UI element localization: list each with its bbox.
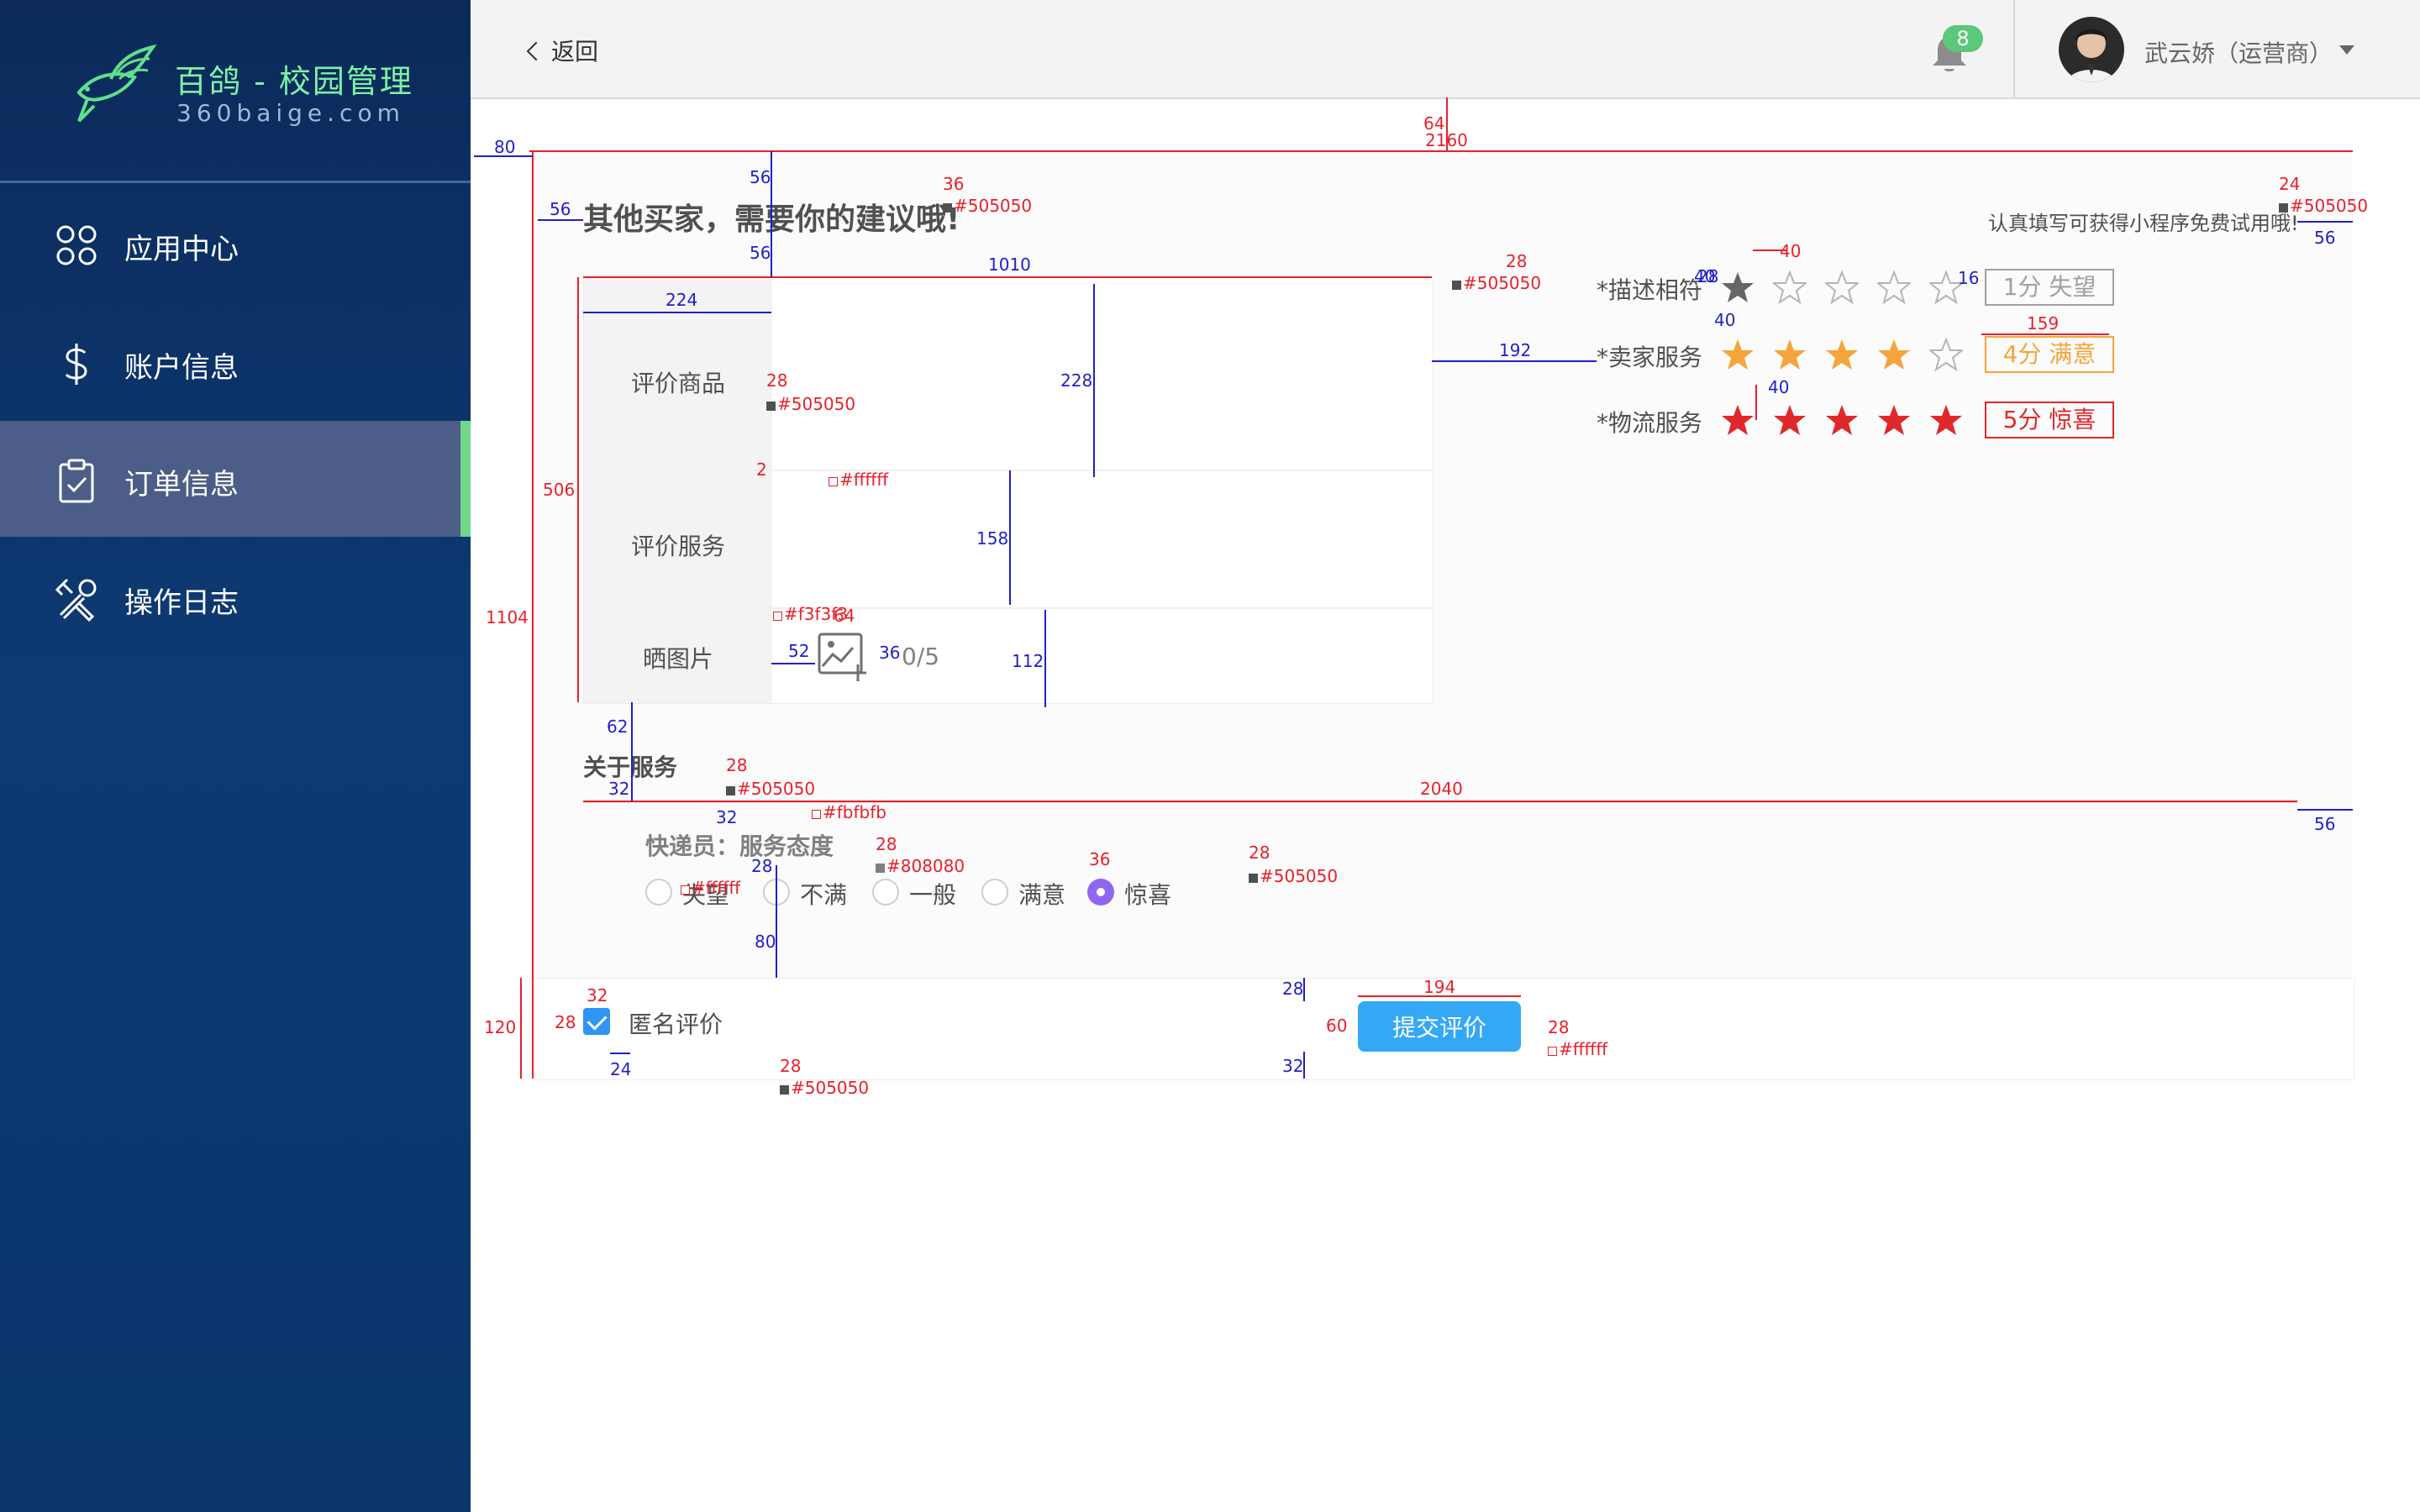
spec-color: #ffffff bbox=[829, 470, 888, 489]
spec-dimension: 158 bbox=[976, 528, 1009, 549]
spec-color: #505050 bbox=[1452, 274, 1541, 292]
spec-dimension: 28 bbox=[1548, 1017, 1570, 1037]
spec-dimension: 40 bbox=[1780, 241, 1802, 261]
spec-color: #505050 bbox=[1249, 867, 1338, 885]
spec-color: #505050 bbox=[943, 197, 1032, 215]
spec-dimension: 194 bbox=[1423, 977, 1456, 997]
spec-dimension: 56 bbox=[2314, 814, 2336, 834]
spec-color: #fbfbfb bbox=[812, 803, 886, 822]
spec-dimension: 1104 bbox=[486, 607, 529, 627]
spec-dimension: 2040 bbox=[1420, 779, 1463, 799]
spec-color: #505050 bbox=[726, 780, 815, 798]
spec-dimension: 32 bbox=[587, 985, 608, 1005]
spec-dimension: 28 bbox=[555, 1012, 576, 1032]
spec-dimension: 62 bbox=[607, 717, 629, 737]
spec-dimension: 28 bbox=[780, 1056, 802, 1076]
spec-dimension: 80 bbox=[494, 137, 516, 157]
spec-dimension: 2160 bbox=[1425, 130, 1468, 150]
spec-dimension: 32 bbox=[608, 779, 630, 799]
spec-color: #ffffff bbox=[681, 879, 740, 897]
spec-dimension: 56 bbox=[750, 243, 771, 263]
spec-dimension: 2 bbox=[756, 459, 767, 480]
spec-dimension: 224 bbox=[666, 290, 698, 310]
spec-dimension: 52 bbox=[788, 641, 810, 661]
spec-dimension: 28 bbox=[1697, 266, 1719, 286]
spec-dimension: 112 bbox=[1012, 651, 1044, 671]
spec-dimension: 40 bbox=[1768, 377, 1790, 397]
spec-dimension: 192 bbox=[1499, 340, 1532, 360]
spec-dimension: 32 bbox=[716, 807, 738, 827]
spec-color: #ffffff bbox=[1548, 1040, 1607, 1058]
spec-dimension: 80 bbox=[755, 932, 776, 952]
spec-dimension: 24 bbox=[610, 1059, 632, 1079]
spec-dimension: 506 bbox=[543, 480, 576, 500]
spec-dimension: 56 bbox=[750, 167, 771, 187]
spec-dimension: 228 bbox=[1060, 370, 1093, 391]
spec-color: #505050 bbox=[2279, 197, 2368, 215]
spec-dimension: 28 bbox=[766, 370, 788, 391]
spec-dimension: 56 bbox=[2314, 228, 2336, 248]
spec-dimension: 36 bbox=[1089, 849, 1111, 869]
spec-dimension: 16 bbox=[1958, 268, 1980, 288]
spec-color: #505050 bbox=[766, 395, 855, 413]
spec-dimension: 40 bbox=[1714, 310, 1736, 330]
spec-dimension: 28 bbox=[1249, 843, 1270, 863]
spec-dimension: 36 bbox=[943, 174, 965, 194]
spec-dimension: 28 bbox=[876, 834, 897, 854]
spec-dimension: 120 bbox=[484, 1017, 517, 1037]
spec-dimension: 28 bbox=[1506, 251, 1528, 271]
spec-dimension: 28 bbox=[726, 755, 748, 775]
spec-dimension: 56 bbox=[550, 199, 571, 219]
spec-color: #505050 bbox=[780, 1079, 869, 1097]
spec-dimension: 1010 bbox=[988, 255, 1031, 275]
spec-guides bbox=[474, 97, 2353, 1079]
spec-dimension: 60 bbox=[1326, 1016, 1348, 1036]
spec-dimension: 28 bbox=[1282, 979, 1304, 999]
spec-color: #808080 bbox=[876, 857, 965, 875]
spec-dimension: 24 bbox=[2279, 174, 2301, 194]
spec-dimension: 28 bbox=[751, 856, 773, 876]
spec-dimension: 36 bbox=[879, 643, 901, 663]
spec-color: #f3f3f3 bbox=[773, 605, 848, 623]
spec-dimension: 159 bbox=[2027, 313, 2060, 333]
spec-dimension: 32 bbox=[1282, 1056, 1304, 1076]
